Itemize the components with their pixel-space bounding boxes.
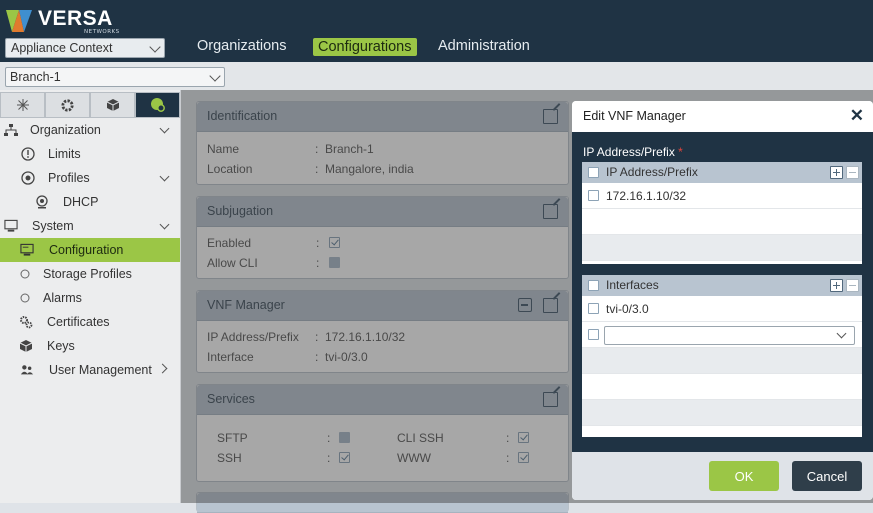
sidebar-item-label: Certificates xyxy=(47,315,110,329)
close-icon[interactable]: ✕ xyxy=(850,106,864,126)
versa-logo-icon xyxy=(6,10,32,32)
circle-icon xyxy=(18,291,32,305)
network-icon xyxy=(16,99,29,111)
chevron-down-icon xyxy=(159,171,170,182)
cancel-button[interactable]: Cancel xyxy=(792,461,862,491)
ip-select-all-checkbox[interactable] xyxy=(588,167,599,178)
sidebar-item-organization[interactable]: Organization xyxy=(0,118,180,142)
table-row: 172.16.1.10/32 xyxy=(582,183,862,209)
sidebar-item-label: Limits xyxy=(48,147,81,161)
users-icon xyxy=(20,363,34,377)
tab-objects[interactable] xyxy=(90,92,135,118)
branch-select-value: Branch-1 xyxy=(10,70,61,84)
interface-dropdown[interactable] xyxy=(604,326,855,345)
remove-interface-icon[interactable] xyxy=(846,279,859,292)
sidebar-item-label: Organization xyxy=(30,123,101,137)
system-icon xyxy=(4,219,18,233)
tab-services[interactable] xyxy=(135,92,180,118)
limits-icon xyxy=(21,147,35,161)
dialog-footer: OK Cancel xyxy=(572,452,873,500)
chevron-down-icon xyxy=(836,328,847,339)
gear-icon xyxy=(61,98,74,112)
globe-gear-icon xyxy=(150,98,165,112)
chevron-down-icon xyxy=(159,219,170,230)
add-interface-icon[interactable] xyxy=(830,279,843,292)
tab-network[interactable] xyxy=(0,92,45,118)
interface-row-value: tvi-0/3.0 xyxy=(606,302,649,316)
profiles-icon xyxy=(21,171,35,185)
row-checkbox[interactable] xyxy=(588,190,599,201)
sidebar-item-user-management[interactable]: User Management xyxy=(0,358,180,382)
circle-icon xyxy=(18,267,32,281)
dialog-header: Edit VNF Manager ✕ xyxy=(572,101,873,132)
remove-ip-icon[interactable] xyxy=(846,166,859,179)
sidebar-item-keys[interactable]: Keys xyxy=(0,334,180,358)
ip-field-label-text: IP Address/Prefix xyxy=(583,145,675,159)
tab-settings[interactable] xyxy=(45,92,90,118)
required-marker: * xyxy=(678,145,683,159)
sidebar-item-label: User Management xyxy=(49,363,152,377)
sidebar-item-label: Storage Profiles xyxy=(43,267,132,281)
brand-sub: NETWORKS xyxy=(84,29,120,35)
table-row-new xyxy=(582,322,862,348)
sidebar-item-limits[interactable]: Limits xyxy=(0,142,180,166)
ip-table-header: IP Address/Prefix xyxy=(582,162,862,183)
branch-select[interactable]: Branch-1 xyxy=(5,67,225,87)
sidebar-item-certificates[interactable]: Certificates xyxy=(0,310,180,334)
interfaces-table-header: Interfaces xyxy=(582,275,862,296)
chevron-right-icon xyxy=(157,363,168,374)
sidebar-item-label: Profiles xyxy=(48,171,90,185)
dialog-body: IP Address/Prefix * IP Address/Prefix 17… xyxy=(572,132,873,452)
row-checkbox[interactable] xyxy=(588,329,599,340)
keys-icon xyxy=(19,339,33,353)
cube-icon xyxy=(106,99,119,111)
sidebar-item-dhcp[interactable]: DHCP xyxy=(0,190,180,214)
ip-row-value: 172.16.1.10/32 xyxy=(606,189,687,203)
table-row-empty xyxy=(582,348,862,374)
ip-table-header-label: IP Address/Prefix xyxy=(606,165,698,179)
interfaces-table-header-label: Interfaces xyxy=(606,278,659,292)
edit-vnf-manager-dialog: Edit VNF Manager ✕ IP Address/Prefix * I… xyxy=(572,101,873,500)
sidebar-item-label: Alarms xyxy=(43,291,82,305)
sidebar-item-alarms[interactable]: Alarms xyxy=(0,286,180,310)
sidebar-item-label: Configuration xyxy=(49,243,124,257)
nav-administration[interactable]: Administration xyxy=(438,38,530,54)
sidebar-item-system[interactable]: System xyxy=(0,214,180,238)
row-checkbox[interactable] xyxy=(588,303,599,314)
nav-configurations[interactable]: Configurations xyxy=(313,38,417,56)
sidebar-item-configuration[interactable]: Configuration xyxy=(0,238,180,262)
chevron-down-icon xyxy=(159,123,170,134)
nav-organizations[interactable]: Organizations xyxy=(197,38,286,54)
org-icon xyxy=(4,123,18,137)
sidebar-item-storage-profiles[interactable]: Storage Profiles xyxy=(0,262,180,286)
ip-field-label: IP Address/Prefix * xyxy=(583,145,683,159)
chevron-down-icon xyxy=(149,41,161,53)
sidebar-item-label: System xyxy=(32,219,74,233)
table-row-empty xyxy=(582,400,862,426)
ip-address-table: IP Address/Prefix 172.16.1.10/32 xyxy=(582,162,862,264)
interfaces-table: Interfaces tvi-0/3.0 xyxy=(582,275,862,437)
table-row-empty xyxy=(582,235,862,261)
if-select-all-checkbox[interactable] xyxy=(588,280,599,291)
appliance-context-value: Appliance Context xyxy=(11,41,113,55)
config-icon xyxy=(20,243,34,257)
brand-name: VERSA xyxy=(38,7,113,30)
ok-button[interactable]: OK xyxy=(709,461,779,491)
sidebar-tabs xyxy=(0,92,180,118)
appliance-context-select[interactable]: Appliance Context xyxy=(5,38,165,58)
dhcp-icon xyxy=(35,195,49,209)
certificates-icon xyxy=(19,315,33,329)
chevron-down-icon xyxy=(209,70,221,82)
table-row-empty xyxy=(582,209,862,235)
sidebar-item-label: Keys xyxy=(47,339,75,353)
versa-logo: VERSA NETWORKS xyxy=(4,4,124,36)
table-row-empty xyxy=(582,374,862,400)
sidebar-item-profiles[interactable]: Profiles xyxy=(0,166,180,190)
table-row: tvi-0/3.0 xyxy=(582,296,862,322)
dialog-title: Edit VNF Manager xyxy=(583,109,686,123)
add-ip-icon[interactable] xyxy=(830,166,843,179)
top-bar: VERSA NETWORKS Appliance Context Organiz… xyxy=(0,0,873,62)
sidebar-item-label: DHCP xyxy=(63,195,99,209)
